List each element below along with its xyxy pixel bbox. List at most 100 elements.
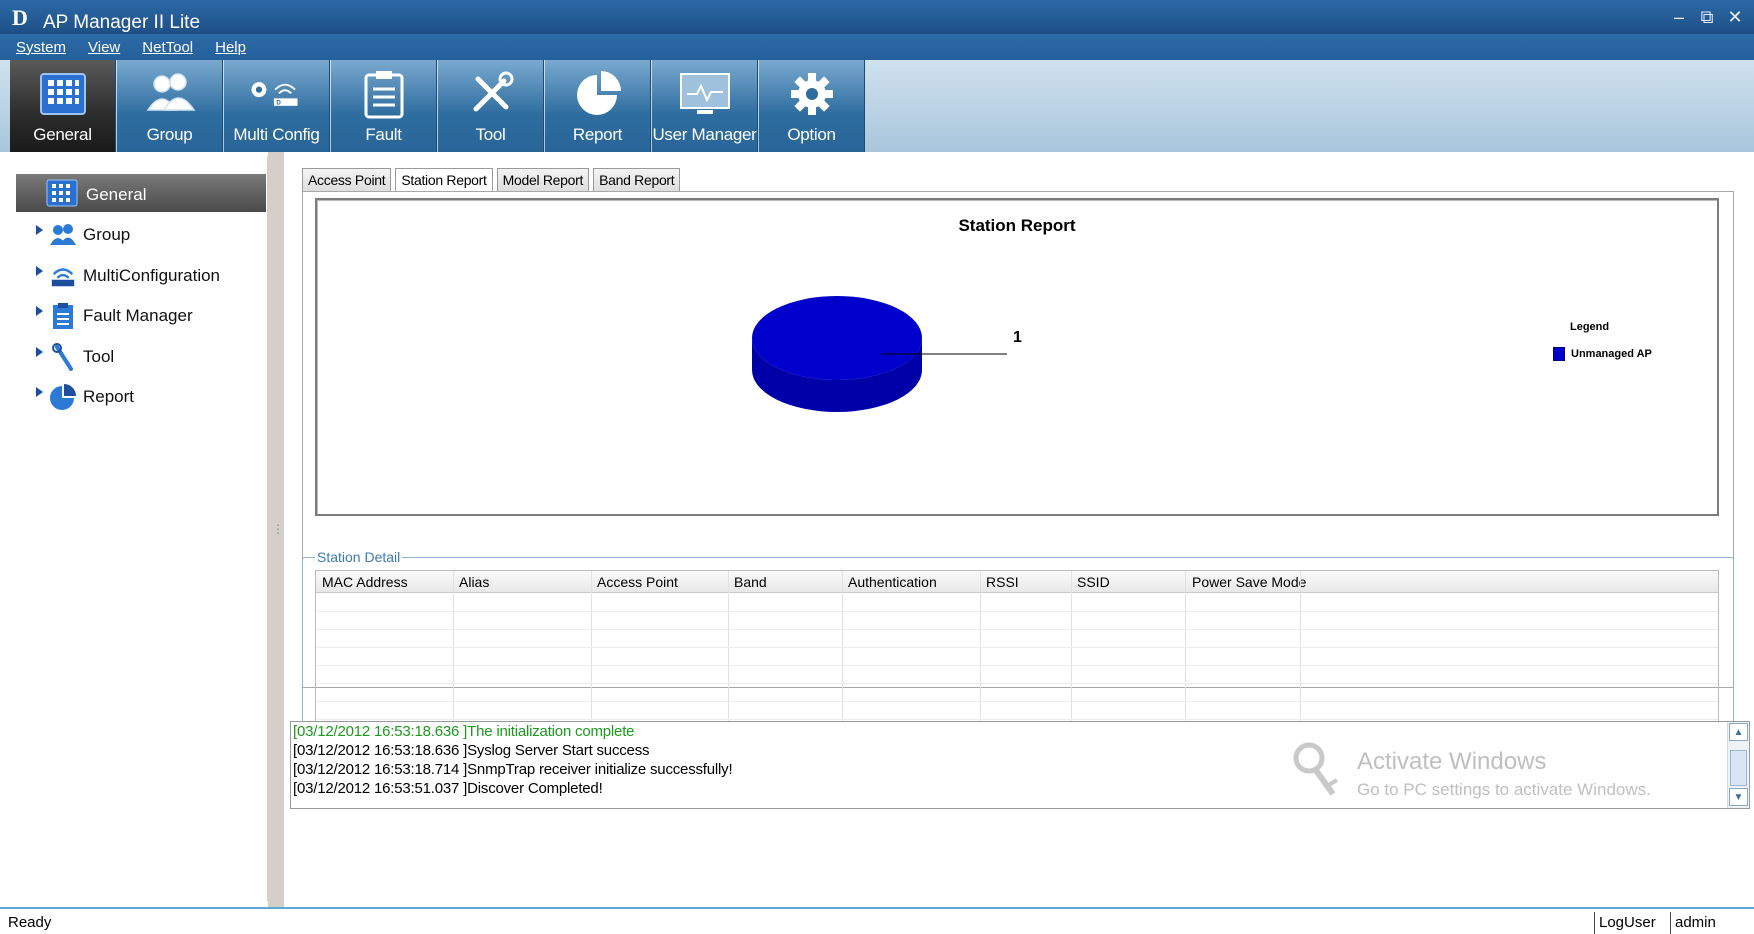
menu-nettool[interactable]: NetTool xyxy=(142,39,193,56)
svg-text:D: D xyxy=(276,100,281,107)
toolbar-group-button[interactable]: Group xyxy=(117,60,223,152)
menu-view[interactable]: View xyxy=(88,39,120,56)
router-icon xyxy=(49,262,77,290)
row-divider xyxy=(316,719,1718,720)
main-content: Access Point Station Report Model Report… xyxy=(284,152,1754,907)
main-toolbar: General Group D Multi Config Fault Tool xyxy=(0,60,1754,152)
clipboard-icon xyxy=(49,302,77,330)
toolbar-label: Report xyxy=(572,125,623,144)
tree-item-general[interactable]: General xyxy=(16,174,266,212)
tree-item-label: Group xyxy=(83,225,131,244)
tree-item-tool[interactable]: Tool xyxy=(36,342,114,372)
toolbar-option-button[interactable]: Option xyxy=(759,60,865,152)
column-header-alias[interactable]: Alias xyxy=(459,574,489,590)
close-icon[interactable]: ✕ xyxy=(1726,8,1744,26)
panel-splitter[interactable]: ⋮ xyxy=(268,152,284,907)
pie-chart-icon xyxy=(570,68,626,120)
expand-arrow-icon[interactable] xyxy=(36,347,43,357)
column-header-rssi[interactable]: RSSI xyxy=(986,574,1019,590)
row-divider xyxy=(316,647,1718,648)
expand-arrow-icon[interactable] xyxy=(36,225,43,235)
pie-chart-icon xyxy=(49,383,77,411)
column-header-band[interactable]: Band xyxy=(734,574,767,590)
expand-arrow-icon[interactable] xyxy=(36,306,43,316)
toolbar-multi-config-button[interactable]: D Multi Config xyxy=(224,60,330,152)
toolbar-general-button[interactable]: General xyxy=(10,60,116,152)
status-bar: Ready LogUser admin xyxy=(0,907,1754,934)
grid-icon xyxy=(46,179,78,207)
window-title: AP Manager II Lite xyxy=(43,12,201,33)
tab-model-report[interactable]: Model Report xyxy=(496,168,590,191)
title-bar: D AP Manager II Lite – ⧉ ✕ xyxy=(0,0,1754,34)
expand-arrow-icon[interactable] xyxy=(36,266,43,276)
status-user: admin xyxy=(1670,912,1716,934)
status-user-label: LogUser xyxy=(1594,912,1656,934)
scroll-thumb[interactable] xyxy=(1730,750,1747,786)
tab-access-point[interactable]: Access Point xyxy=(302,168,392,191)
column-header-mac-address[interactable]: MAC Address xyxy=(322,574,408,590)
toolbar-label: Tool xyxy=(475,125,506,144)
tree-item-report[interactable]: Report xyxy=(36,382,134,412)
expand-arrow-icon[interactable] xyxy=(36,387,43,397)
row-divider xyxy=(316,629,1718,630)
log-line: [03/12/2012 16:53:18.636 ]The initializa… xyxy=(293,723,635,740)
tab-station-report[interactable]: Station Report xyxy=(395,168,493,192)
watermark-title: Activate Windows xyxy=(1357,748,1547,775)
event-log[interactable]: [03/12/2012 16:53:18.636 ]The initializa… xyxy=(290,721,1750,809)
menu-system[interactable]: System xyxy=(16,39,66,56)
wrench-icon xyxy=(49,343,77,371)
toolbar-label: Group xyxy=(146,125,193,144)
splitter-grip-icon[interactable]: ⋮ xyxy=(272,522,284,536)
column-header-authentication[interactable]: Authentication xyxy=(848,574,937,590)
toolbar-label: Multi Config xyxy=(233,125,320,144)
minimize-icon[interactable]: – xyxy=(1670,8,1688,26)
toolbar-tool-button[interactable]: Tool xyxy=(438,60,544,152)
report-tabs: Access Point Station Report Model Report… xyxy=(302,168,681,192)
pie-slice-unmanaged-ap[interactable] xyxy=(752,296,922,380)
toolbar-user-manager-button[interactable]: User Manager xyxy=(652,60,758,152)
legend-label: Unmanaged AP xyxy=(1571,348,1652,360)
toolbar-report-button[interactable]: Report xyxy=(545,60,651,152)
menu-bar: System View NetTool Help xyxy=(0,34,1754,60)
log-line: [03/12/2012 16:53:18.714 ]SnmpTrap recei… xyxy=(293,761,733,778)
row-divider xyxy=(316,665,1718,666)
tree-item-multiconfiguration[interactable]: MultiConfiguration xyxy=(36,261,220,291)
log-scrollbar[interactable]: ▲ ▼ xyxy=(1727,722,1749,808)
scroll-down-icon[interactable]: ▼ xyxy=(1729,788,1748,806)
clipboard-icon xyxy=(356,68,412,120)
key-icon xyxy=(1293,742,1339,796)
table-header: MAC Address Alias Access Point Band Auth… xyxy=(316,571,1718,593)
column-header-ssid[interactable]: SSID xyxy=(1077,574,1110,590)
log-line: [03/12/2012 16:53:51.037 ]Discover Compl… xyxy=(293,780,603,797)
users-icon xyxy=(142,68,198,120)
menu-help[interactable]: Help xyxy=(215,39,246,56)
scroll-up-icon[interactable]: ▲ xyxy=(1729,723,1748,741)
tree-item-label: Report xyxy=(83,387,135,406)
column-header-access-point[interactable]: Access Point xyxy=(597,574,678,590)
tree-item-label: General xyxy=(86,185,147,204)
tab-band-report[interactable]: Band Report xyxy=(593,168,681,191)
station-report-chart: Station Report 1 Legend Unmanaged AP xyxy=(315,198,1719,516)
tree-item-label: Fault Manager xyxy=(83,306,193,325)
restore-icon[interactable]: ⧉ xyxy=(1698,8,1716,26)
legend-swatch xyxy=(1553,347,1565,361)
window-controls: – ⧉ ✕ xyxy=(1670,8,1744,26)
toolbar-label: General xyxy=(33,125,92,144)
status-text: Ready xyxy=(8,914,52,931)
toolbar-label: Option xyxy=(787,125,836,144)
toolbar-fault-button[interactable]: Fault xyxy=(331,60,437,152)
navigation-tree: General Group MultiConfiguration Fault M… xyxy=(10,156,268,901)
column-header-power-save-mode[interactable]: Power Save Mode xyxy=(1192,574,1306,590)
watermark-subtitle: Go to PC settings to activate Windows. xyxy=(1357,780,1651,799)
row-divider xyxy=(316,701,1718,702)
monitor-icon xyxy=(677,68,733,120)
grid-icon xyxy=(35,68,91,120)
gear-icon xyxy=(784,68,840,120)
toolbar-label: Fault xyxy=(365,125,402,144)
tree-item-group[interactable]: Group xyxy=(36,220,130,250)
tree-item-fault-manager[interactable]: Fault Manager xyxy=(36,301,193,331)
legend-title: Legend xyxy=(1570,321,1610,333)
router-config-icon: D xyxy=(249,68,305,120)
row-divider xyxy=(316,611,1718,612)
tree-item-label: MultiConfiguration xyxy=(83,266,221,285)
